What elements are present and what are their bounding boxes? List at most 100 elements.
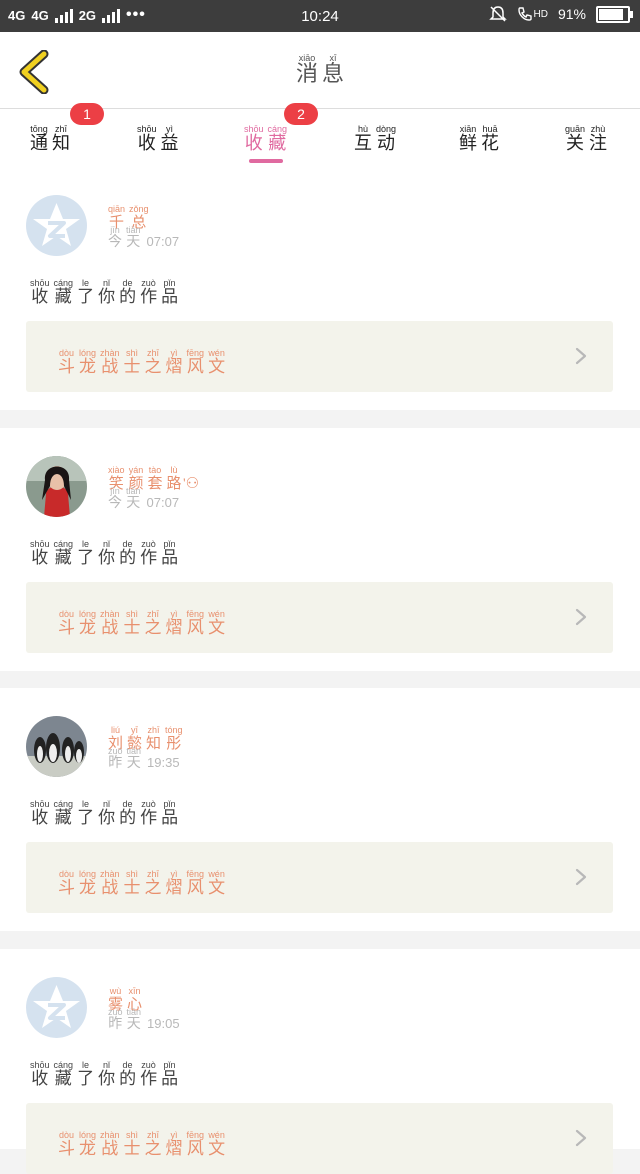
hanzi: 今: [108, 234, 122, 250]
ruby-char: shì 士: [124, 609, 141, 638]
pinyin: zhàn: [100, 1130, 120, 1140]
tab-interactions[interactable]: hù 互 dòng 动: [352, 117, 398, 154]
hanzi: 熠: [165, 618, 183, 638]
hanzi: 之: [144, 618, 162, 638]
action-text: shōu 收 cáng 藏 le 了 nǐ 你 de 的 zuò 作 pǐn 品: [28, 271, 180, 307]
hanzi: 藏: [54, 808, 72, 828]
tab-notifications[interactable]: tōng 通 zhī 知: [28, 117, 72, 154]
ruby-char: shōu 收: [30, 1060, 50, 1089]
hanzi: 今: [108, 495, 122, 511]
ruby-char: lóng 龙: [79, 869, 96, 898]
battery-icon: [596, 5, 633, 23]
header-bar: xiāo 消 xī 息: [0, 32, 640, 109]
ruby-char: shōu 收: [137, 124, 157, 154]
pinyin: yì: [170, 1130, 178, 1140]
hanzi: 品: [161, 287, 179, 307]
ruby-char: tiān 天: [126, 225, 141, 250]
hanzi: 动: [377, 133, 396, 154]
ruby-char: shì 士: [124, 869, 141, 898]
message-card: liú 刘 yī 懿 zhī 知 tóng 彤 zuó 昨 tiān 天 19:35 shōu 收 cáng 藏…: [0, 688, 640, 931]
ruby-char: zhàn 战: [100, 869, 120, 898]
hanzi: 风: [186, 878, 204, 898]
ruby-char: ᡃ⚇: [186, 465, 199, 492]
user-avatar[interactable]: [26, 716, 87, 777]
message-time: jīn 今 tiān 天 07:07: [106, 225, 179, 250]
hanzi: 昨: [108, 755, 123, 771]
chevron-right-icon: [575, 1129, 587, 1147]
hanzi: 文: [208, 1139, 226, 1159]
user-avatar[interactable]: [26, 977, 87, 1038]
ruby-char: fēng 风: [187, 869, 205, 898]
hanzi: 熠: [165, 357, 183, 377]
tab-favorites[interactable]: shōu 收 cáng 藏: [242, 117, 289, 163]
work-link[interactable]: dòu 斗 lóng 龙 zhàn 战 shì 士 zhī 之 yì 熠 fēng 风 wén 文: [26, 1103, 613, 1174]
hanzi: 藏: [54, 1069, 72, 1089]
work-link[interactable]: dòu 斗 lóng 龙 zhàn 战 shì 士 zhī 之 yì 熠 fēng 风 wén 文: [26, 582, 613, 653]
hanzi: 作: [140, 1069, 158, 1089]
ruby-char: shì 士: [124, 1130, 141, 1159]
pinyin: fēng: [186, 1130, 205, 1140]
time-clock: 07:07: [146, 234, 180, 250]
time-clock: 07:07: [146, 495, 180, 511]
tab-earnings[interactable]: shōu 收 yì 益: [135, 117, 181, 154]
ruby-char: shōu 收: [244, 124, 264, 154]
hanzi: 战: [101, 1139, 119, 1159]
work-link[interactable]: dòu 斗 lóng 龙 zhàn 战 shì 士 zhī 之 yì 熠 fēng 风 wén 文: [26, 321, 613, 392]
bell-muted-icon: [488, 6, 507, 22]
pinyin: lóng: [79, 1130, 97, 1140]
time-clock: 19:05: [147, 1016, 180, 1032]
tab-label: hù 互 dòng 动: [352, 117, 398, 154]
ruby-char: dòu 斗: [58, 609, 75, 638]
chevron-right-icon: [575, 347, 587, 365]
message-time: zuó 昨 tiān 天 19:35: [106, 746, 180, 771]
hanzi: 昨: [108, 1016, 123, 1032]
chevron-right-icon: [575, 868, 587, 886]
ruby-char: tiān 天: [127, 746, 142, 771]
tab-flowers[interactable]: xiān 鲜 huā 花: [457, 117, 501, 154]
hanzi: 你: [98, 1069, 116, 1089]
tab-active-indicator: [248, 158, 283, 163]
message-card: xiào 笑 yán 颜 tào 套 lù 路 ᡃ⚇ jīn 今 tiān 天 07:07 shōu 收 cá…: [0, 428, 640, 671]
ruby-char: zhī 之: [145, 1130, 162, 1159]
ruby-char: le 了: [77, 799, 94, 828]
work-title: dòu 斗 lóng 龙 zhàn 战 shì 士 zhī 之 yì 熠 fēng 风 wén 文: [56, 862, 227, 898]
hanzi: 品: [161, 1069, 179, 1089]
ruby-char: le 了: [77, 1060, 94, 1089]
tab-label: shōu 收 cáng 藏: [242, 117, 289, 154]
hanzi: 斗: [58, 618, 75, 638]
action-text: shōu 收 cáng 藏 le 了 nǐ 你 de 的 zuò 作 pǐn 品: [28, 1053, 180, 1089]
ruby-char: cáng 藏: [268, 124, 288, 154]
ruby-char: de 的: [119, 1060, 136, 1089]
hanzi: 收: [31, 808, 49, 828]
battery-fill: [599, 8, 623, 20]
user-avatar[interactable]: [26, 195, 87, 256]
hanzi: 鲜: [459, 133, 477, 154]
ruby-char: cáng 藏: [54, 1060, 74, 1089]
hanzi: 消: [295, 62, 318, 87]
work-title: dòu 斗 lóng 龙 zhàn 战 shì 士 zhī 之 yì 熠 fēng 风 wén 文: [56, 1123, 227, 1159]
ruby-char: lóng 龙: [79, 1130, 96, 1159]
tab-bar: tōng 通 zhī 知 1 shōu 收 yì 益 shōu 收 cáng 藏 2 hù 互 dòng 动 xiā…: [0, 103, 640, 167]
hanzi: 藏: [268, 133, 287, 154]
pinyin: wén: [208, 1130, 225, 1140]
hanzi: 的: [119, 1069, 137, 1089]
ruby-char: zuò 作: [140, 1060, 157, 1089]
hanzi: 的: [119, 548, 137, 568]
ruby-char: wén 文: [208, 869, 225, 898]
ruby-char: le 了: [77, 278, 94, 307]
ruby-char: fēng 风: [187, 1130, 205, 1159]
user-avatar[interactable]: [26, 456, 87, 517]
tab-following[interactable]: guān 关 zhù 注: [563, 117, 609, 154]
ruby-char: tōng 通: [30, 124, 48, 154]
hanzi: 了: [77, 287, 95, 307]
ruby-char: zhàn 战: [100, 609, 120, 638]
hanzi: 士: [123, 357, 141, 377]
work-link[interactable]: dòu 斗 lóng 龙 zhàn 战 shì 士 zhī 之 yì 熠 fēng 风 wén 文: [26, 842, 613, 913]
ruby-char: dòu 斗: [58, 869, 75, 898]
hanzi: 之: [144, 357, 162, 377]
hanzi: 之: [144, 878, 162, 898]
ruby-char: huā 花: [481, 124, 499, 154]
hanzi: 文: [208, 357, 226, 377]
hanzi: ᡃ⚇: [185, 474, 200, 492]
hanzi: 互: [354, 133, 372, 154]
